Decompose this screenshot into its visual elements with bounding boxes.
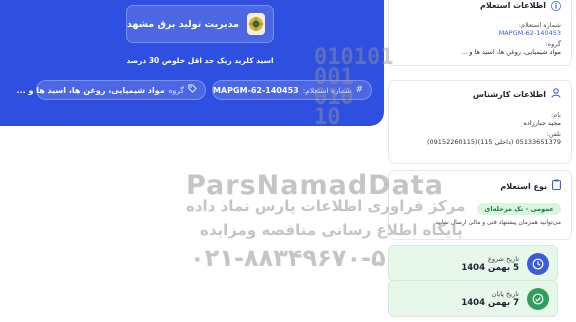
inquiry-info-title: اطلاعات استعلام [480, 1, 546, 10]
info-group-value: مواد شیمیایی، روغن ها، اسید ها و ... [461, 48, 561, 56]
info-icon: ⓘ [551, 2, 561, 13]
expert-phone-label: تلفن: [546, 130, 561, 138]
info-number-label: شماره استعلام: [518, 21, 561, 29]
watermark-phone: ۰۲۱-۸۸۳۴۹۶۷۰-۵ [190, 244, 386, 272]
end-date-card: تاریخ پایان 7 بهمن 1404 [388, 280, 558, 317]
inquiry-group-value: مواد شیمیایی، روغن ها، اسید ها و ... [16, 85, 165, 95]
tag-icon [188, 84, 197, 96]
expert-name-label: نام: [550, 111, 561, 119]
inquiry-group-pill: گروه مواد شیمیایی، روغن ها، اسید ها و ..… [17, 80, 206, 100]
emblem-icon [247, 13, 265, 35]
start-date-value: 5 بهمن 1404 [461, 262, 519, 273]
user-icon [551, 88, 561, 101]
organization-name: مدیریت تولید برق مشهد [126, 18, 239, 30]
watermark-digits: 010101 001 010 10 [314, 45, 394, 130]
expert-name-value: مجید جبارزاده [523, 119, 561, 127]
expert-phone-value: 05133651379 (داخلی 115)(09152260115) [426, 138, 561, 146]
inquiry-number-value: MAPGM-62-140453 [212, 85, 299, 95]
watermark-line-2: پایگاه اطلاع رسانی مناقصه ومزایده [200, 221, 463, 239]
start-date-card: تاریخ شروع 5 بهمن 1404 [388, 245, 558, 282]
info-number-value[interactable]: MAPGM-62-140453 [399, 29, 561, 37]
expert-info-card: اطلاعات کارشناس نام: مجید جبارزاده تلفن:… [388, 80, 572, 164]
inquiry-title: اسید کلرید ریک حد اقل خلوص 30 درصد [126, 56, 274, 65]
inquiry-info-card: ⓘ اطلاعات استعلام شماره استعلام: MAPGM-6… [388, 0, 572, 66]
check-circle-icon [527, 287, 549, 310]
clock-icon [527, 252, 549, 275]
inquiry-type-title: نوع استعلام [500, 181, 547, 191]
start-date-label: تاریخ شروع [487, 254, 519, 263]
end-date-label: تاریخ پایان [491, 289, 519, 298]
inquiry-group-label: گروه [168, 85, 184, 95]
inquiry-type-badge: عمومی - تک مرحله‌ای [477, 203, 561, 215]
watermark-line-1: مرکز فراوری اطلاعات پارس نماد داده [186, 197, 466, 215]
info-group-label: گروه: [545, 40, 561, 48]
end-date-value: 7 بهمن 1404 [461, 297, 519, 308]
organization-box: مدیریت تولید برق مشهد [126, 5, 274, 43]
expert-info-title: اطلاعات کارشناس [472, 90, 546, 99]
clipboard-icon [552, 179, 561, 193]
